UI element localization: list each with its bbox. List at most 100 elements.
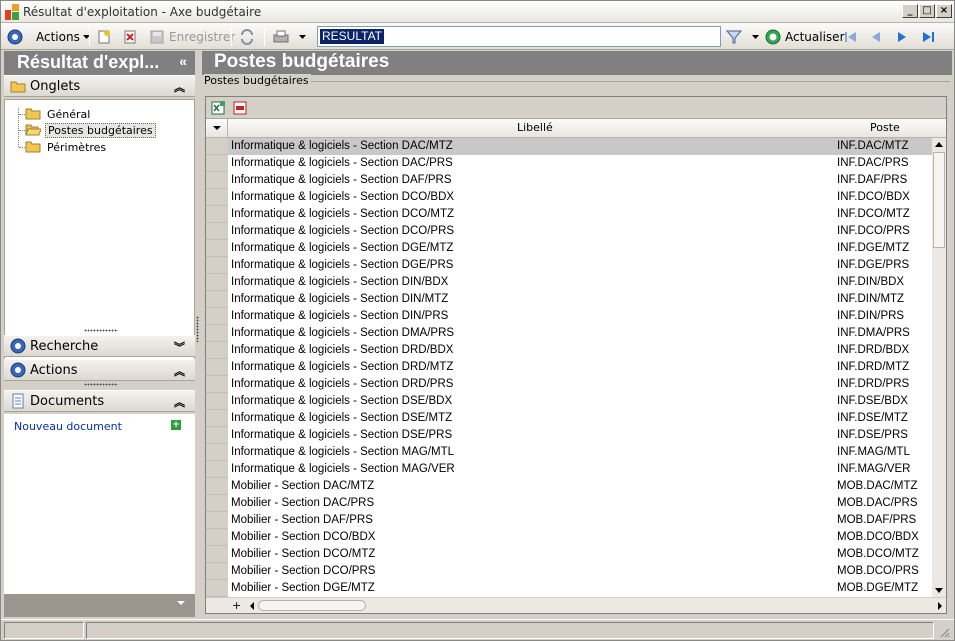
table-row[interactable]: Informatique & logiciels - Section DIN/P… bbox=[206, 308, 932, 325]
chevron-double-up-icon[interactable]: ︽ bbox=[174, 394, 185, 410]
scroll-left-icon[interactable] bbox=[250, 602, 254, 610]
table-row[interactable]: Informatique & logiciels - Section DAC/M… bbox=[206, 138, 932, 155]
row-selector[interactable] bbox=[206, 257, 228, 274]
table-row[interactable]: Informatique & logiciels - Section DMA/P… bbox=[206, 325, 932, 342]
row-selector[interactable] bbox=[206, 155, 228, 172]
table-row[interactable]: Mobilier - Section DCO/BDX MOB.DCO/BDX bbox=[206, 529, 932, 546]
row-selector[interactable] bbox=[206, 461, 228, 478]
section-actions[interactable]: Actions ︽ bbox=[4, 359, 195, 381]
chevron-down-icon[interactable] bbox=[177, 601, 185, 605]
table-row[interactable]: Informatique & logiciels - Section DRD/B… bbox=[206, 342, 932, 359]
tree-item-postes-budgetaires[interactable]: Postes budgétaires bbox=[25, 122, 156, 138]
previous-record-icon[interactable] bbox=[868, 26, 884, 47]
refresh-button[interactable]: Actualiser bbox=[765, 26, 845, 47]
table-row[interactable]: Mobilier - Section DAC/MTZ MOB.DAC/MTZ bbox=[206, 478, 932, 495]
collapse-panel-icon[interactable]: « bbox=[179, 53, 187, 69]
tree-item-perimetres[interactable]: Périmètres bbox=[25, 139, 108, 155]
table-row[interactable]: Informatique & logiciels - Section DCO/P… bbox=[206, 223, 932, 240]
table-row[interactable]: Informatique & logiciels - Section DSE/M… bbox=[206, 410, 932, 427]
save-button[interactable]: Enregistrer bbox=[149, 26, 235, 47]
section-documents[interactable]: Documents ︽ bbox=[4, 390, 195, 412]
row-selector[interactable] bbox=[206, 393, 228, 410]
scroll-thumb[interactable] bbox=[258, 600, 366, 611]
row-selector[interactable] bbox=[206, 546, 228, 563]
row-selector[interactable] bbox=[206, 444, 228, 461]
chevron-double-down-icon[interactable]: ︾ bbox=[174, 339, 185, 355]
row-selector[interactable] bbox=[206, 410, 228, 427]
export-pdf-icon[interactable] bbox=[232, 100, 248, 116]
row-selector[interactable] bbox=[206, 495, 228, 512]
add-row-icon[interactable]: + bbox=[232, 599, 241, 612]
row-selector[interactable] bbox=[206, 359, 228, 376]
resize-grip[interactable] bbox=[84, 383, 118, 386]
sync-icon[interactable] bbox=[239, 26, 255, 47]
row-selector[interactable] bbox=[206, 172, 228, 189]
row-selector[interactable] bbox=[206, 580, 228, 597]
column-header-libelle[interactable]: Libellé bbox=[517, 121, 553, 134]
actions-menu-button[interactable]: Actions bbox=[36, 26, 91, 47]
delete-icon[interactable] bbox=[122, 26, 138, 47]
table-row[interactable]: Informatique & logiciels - Section DGE/M… bbox=[206, 240, 932, 257]
section-tabs[interactable]: Onglets ︽ bbox=[4, 75, 195, 97]
minimize-button[interactable]: _ bbox=[902, 4, 918, 18]
first-record-icon[interactable] bbox=[843, 26, 859, 47]
row-selector[interactable] bbox=[206, 512, 228, 529]
table-row[interactable]: Informatique & logiciels - Section DRD/M… bbox=[206, 359, 932, 376]
table-row[interactable]: Informatique & logiciels - Section MAG/M… bbox=[206, 444, 932, 461]
print-icon[interactable] bbox=[272, 26, 307, 47]
report-selector-combo[interactable]: RESULTAT bbox=[317, 26, 721, 47]
table-row[interactable]: Informatique & logiciels - Section DCO/M… bbox=[206, 206, 932, 223]
row-selector[interactable] bbox=[206, 478, 228, 495]
row-selector[interactable] bbox=[206, 240, 228, 257]
table-row[interactable]: Informatique & logiciels - Section DRD/P… bbox=[206, 376, 932, 393]
row-selector[interactable] bbox=[206, 274, 228, 291]
row-selector[interactable] bbox=[206, 206, 228, 223]
table-row[interactable]: Mobilier - Section DAC/PRS MOB.DAC/PRS bbox=[206, 495, 932, 512]
splitter-grip[interactable] bbox=[196, 316, 199, 342]
table-row[interactable]: Informatique & logiciels - Section DAF/P… bbox=[206, 172, 932, 189]
navigation-circle-icon[interactable] bbox=[7, 26, 23, 47]
row-selector[interactable] bbox=[206, 308, 228, 325]
table-row[interactable]: Mobilier - Section DAF/PRS MOB.DAF/PRS bbox=[206, 512, 932, 529]
tree-item-general[interactable]: Général bbox=[25, 106, 92, 122]
chevron-double-up-icon[interactable]: ︽ bbox=[174, 79, 185, 95]
row-selector[interactable] bbox=[206, 563, 228, 580]
next-record-icon[interactable] bbox=[894, 26, 910, 47]
table-row[interactable]: Informatique & logiciels - Section DIN/M… bbox=[206, 291, 932, 308]
resize-grip[interactable] bbox=[84, 329, 118, 332]
chevron-double-up-icon[interactable]: ︽ bbox=[174, 363, 185, 379]
table-row[interactable]: Informatique & logiciels - Section DAC/P… bbox=[206, 155, 932, 172]
table-row[interactable]: Informatique & logiciels - Section DIN/B… bbox=[206, 274, 932, 291]
row-selector[interactable] bbox=[206, 223, 228, 240]
horizontal-scrollbar[interactable]: + bbox=[206, 597, 946, 613]
table-row[interactable]: Informatique & logiciels - Section DSE/B… bbox=[206, 393, 932, 410]
column-header-poste[interactable]: Poste bbox=[870, 121, 900, 134]
resize-grip-icon[interactable] bbox=[938, 626, 950, 638]
section-search[interactable]: Recherche ︾ bbox=[4, 335, 195, 357]
table-row[interactable]: Mobilier - Section DCO/MTZ MOB.DCO/MTZ bbox=[206, 546, 932, 563]
row-selector[interactable] bbox=[206, 376, 228, 393]
new-document-link[interactable]: Nouveau document bbox=[14, 420, 122, 433]
table-row[interactable]: Informatique & logiciels - Section DSE/P… bbox=[206, 427, 932, 444]
scroll-up-icon[interactable] bbox=[935, 142, 943, 147]
row-selector[interactable] bbox=[206, 138, 228, 155]
column-chooser-button[interactable] bbox=[206, 119, 228, 137]
row-selector[interactable] bbox=[206, 342, 228, 359]
add-document-icon[interactable]: + bbox=[171, 420, 181, 430]
row-selector[interactable] bbox=[206, 325, 228, 342]
row-selector[interactable] bbox=[206, 529, 228, 546]
table-row[interactable]: Informatique & logiciels - Section DCO/B… bbox=[206, 189, 932, 206]
filter-icon[interactable] bbox=[726, 26, 760, 47]
table-row[interactable]: Informatique & logiciels - Section DGE/P… bbox=[206, 257, 932, 274]
last-record-icon[interactable] bbox=[920, 26, 936, 47]
scroll-down-icon[interactable] bbox=[935, 588, 943, 593]
new-document-icon[interactable] bbox=[96, 26, 112, 47]
close-button[interactable]: × bbox=[936, 4, 952, 18]
vertical-scrollbar[interactable] bbox=[932, 138, 946, 597]
row-selector[interactable] bbox=[206, 189, 228, 206]
scroll-thumb[interactable] bbox=[933, 152, 945, 248]
maximize-button[interactable]: □ bbox=[919, 4, 935, 18]
scroll-right-icon[interactable] bbox=[938, 602, 942, 610]
table-row[interactable]: Mobilier - Section DCO/PRS MOB.DCO/PRS bbox=[206, 563, 932, 580]
table-row[interactable]: Informatique & logiciels - Section MAG/V… bbox=[206, 461, 932, 478]
